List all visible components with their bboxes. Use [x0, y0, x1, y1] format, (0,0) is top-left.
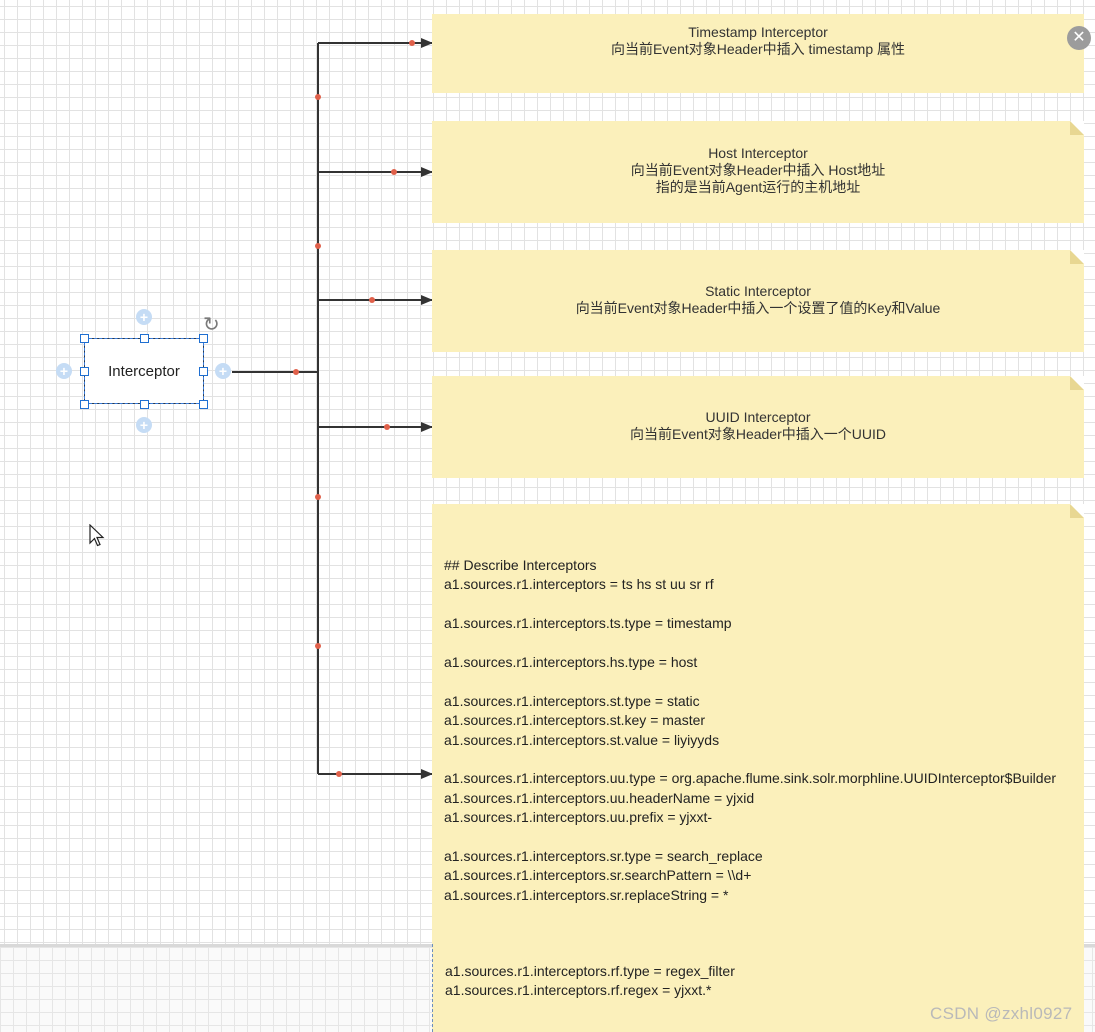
note-fold-corner: [1070, 376, 1084, 390]
resize-handle-nw[interactable]: [80, 334, 89, 343]
config-code: ## Describe Interceptors a1.sources.r1.i…: [444, 556, 1076, 905]
note-static-text: Static Interceptor 向当前Event对象Header中插入一个…: [432, 283, 1084, 317]
edge-waypoint[interactable]: [384, 424, 390, 430]
note-title: Timestamp Interceptor: [688, 24, 828, 40]
connect-left-plus-icon[interactable]: +: [56, 363, 72, 379]
config-line: a1.sources.r1.interceptors.rf.type = reg…: [445, 963, 735, 979]
resize-handle-sw[interactable]: [80, 400, 89, 409]
config-line: ## Describe Interceptors: [444, 557, 597, 573]
resize-handle-n[interactable]: [140, 334, 149, 343]
rotate-icon[interactable]: ↻: [203, 315, 220, 335]
config-line: [444, 828, 1076, 847]
config-line: [444, 672, 1076, 691]
note-host[interactable]: Host Interceptor 向当前Event对象Header中插入 Hos…: [432, 121, 1084, 223]
note-line: 向当前Event对象Header中插入一个UUID: [630, 426, 886, 442]
note-line: 向当前Event对象Header中插入一个设置了值的Key和Value: [575, 300, 941, 316]
config-line: [444, 750, 1076, 769]
edge-waypoint[interactable]: [315, 494, 321, 500]
config-code-continued: a1.sources.r1.interceptors.rf.type = reg…: [445, 962, 1076, 1001]
connect-right-plus-icon[interactable]: +: [215, 363, 231, 379]
edge-waypoint[interactable]: [315, 243, 321, 249]
config-line: a1.sources.r1.interceptors.sr.replaceStr…: [444, 886, 729, 903]
note-line: 向当前Event对象Header中插入 Host地址: [630, 162, 886, 178]
connect-up-plus-icon[interactable]: +: [136, 309, 152, 325]
note-fold-corner: [1070, 504, 1084, 518]
config-line: a1.sources.r1.interceptors.st.key = mast…: [444, 712, 706, 729]
config-line: a1.sources.r1.interceptors.st.type = sta…: [444, 692, 700, 709]
config-line: a1.sources.r1.interceptors.sr.type = sea…: [444, 848, 763, 865]
config-line: a1.sources.r1.interceptors.rf.regex = yj…: [445, 982, 712, 999]
note-title: Host Interceptor: [708, 145, 808, 161]
config-line: a1.sources.r1.interceptors.uu.type = org…: [444, 770, 1057, 787]
edge-waypoint[interactable]: [315, 643, 321, 649]
note-host-text: Host Interceptor 向当前Event对象Header中插入 Hos…: [432, 145, 1084, 196]
note-title: UUID Interceptor: [705, 409, 811, 425]
resize-handle-s[interactable]: [140, 400, 149, 409]
edge-waypoint[interactable]: [369, 297, 375, 303]
note-line: 指的是当前Agent运行的主机地址: [655, 179, 861, 195]
note-fold-corner: [1070, 250, 1084, 264]
config-line: a1.sources.r1.interceptors.uu.headerName…: [444, 789, 755, 806]
note-uuid-text: UUID Interceptor 向当前Event对象Header中插入一个UU…: [432, 409, 1084, 443]
note-uuid[interactable]: UUID Interceptor 向当前Event对象Header中插入一个UU…: [432, 376, 1084, 478]
note-config[interactable]: ## Describe Interceptors a1.sources.r1.i…: [432, 504, 1084, 944]
config-line: a1.sources.r1.interceptors = ts hs st uu…: [444, 576, 714, 593]
connect-down-plus-icon[interactable]: +: [136, 417, 152, 433]
edge-waypoint[interactable]: [293, 369, 299, 375]
interceptor-node-label: Interceptor: [108, 362, 180, 380]
note-timestamp-text: Timestamp Interceptor 向当前Event对象Header中插…: [432, 24, 1084, 58]
config-line: [444, 634, 1076, 653]
resize-handle-se[interactable]: [199, 400, 208, 409]
edge-waypoint[interactable]: [391, 169, 397, 175]
resize-handle-e[interactable]: [199, 367, 208, 376]
note-title: Static Interceptor: [705, 283, 811, 299]
watermark: CSDN @zxhl0927: [930, 1004, 1073, 1023]
config-line: a1.sources.r1.interceptors.hs.type = hos…: [444, 654, 698, 670]
edge-waypoint[interactable]: [409, 40, 415, 46]
config-line: [444, 595, 1076, 614]
config-line: a1.sources.r1.interceptors.uu.prefix = y…: [444, 809, 713, 826]
edge-waypoint[interactable]: [315, 94, 321, 100]
close-icon[interactable]: ✕: [1067, 26, 1091, 50]
mouse-pointer-icon: [89, 524, 105, 547]
interceptor-node[interactable]: Interceptor: [84, 338, 204, 404]
config-line: a1.sources.r1.interceptors.st.value = li…: [444, 731, 720, 748]
note-fold-corner: [1070, 121, 1084, 135]
note-static[interactable]: Static Interceptor 向当前Event对象Header中插入一个…: [432, 250, 1084, 352]
config-line: a1.sources.r1.interceptors.ts.type = tim…: [444, 615, 732, 632]
config-line: a1.sources.r1.interceptors.sr.searchPatt…: [444, 867, 752, 884]
note-line: 向当前Event对象Header中插入 timestamp 属性: [610, 41, 906, 57]
edge-waypoint[interactable]: [336, 771, 342, 777]
note-timestamp[interactable]: Timestamp Interceptor 向当前Event对象Header中插…: [432, 14, 1084, 93]
resize-handle-w[interactable]: [80, 367, 89, 376]
